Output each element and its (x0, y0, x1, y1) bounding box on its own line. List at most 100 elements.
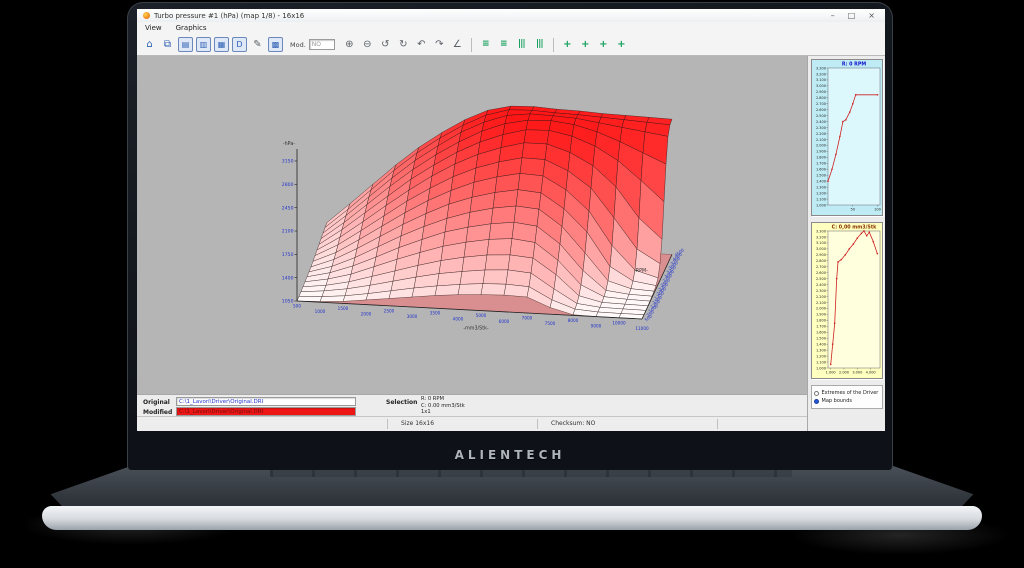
copy-icon[interactable]: ⧉ (160, 37, 175, 52)
svg-text:6000: 6000 (499, 319, 510, 324)
svg-text:-hPa-: -hPa- (283, 141, 295, 147)
svg-text:1.900: 1.900 (815, 150, 825, 154)
svg-text:1000: 1000 (315, 309, 326, 314)
diagonal-chart-icon[interactable]: ∠ (450, 37, 465, 52)
modified-file-field[interactable]: C:\1_Lavori\Driver\Original.DRI (176, 407, 356, 416)
svg-text:2.900: 2.900 (815, 253, 825, 257)
rotate-cw-icon[interactable]: ↻ (396, 37, 411, 52)
menu-bar: View Graphics (137, 22, 885, 34)
window-title: Turbo pressure #1 (hPa) (map 1/8) - 16x1… (154, 11, 305, 20)
rotate-ccw-icon[interactable]: ↺ (378, 37, 393, 52)
svg-text:4000: 4000 (453, 316, 464, 321)
svg-text:3.100: 3.100 (815, 241, 825, 245)
svg-text:2.300: 2.300 (815, 289, 825, 293)
svg-text:3.000: 3.000 (815, 84, 825, 88)
svg-text:2.800: 2.800 (815, 96, 825, 100)
edit-pencil-icon[interactable]: ✎ (250, 37, 265, 52)
zoom-in-icon[interactable]: ⊕ (342, 37, 357, 52)
spin-cw-icon[interactable]: ↷ (432, 37, 447, 52)
svg-text:1750: 1750 (282, 252, 294, 258)
zoom-out-icon[interactable]: ⊖ (360, 37, 375, 52)
svg-text:2.700: 2.700 (815, 265, 825, 269)
fuel-slice-panel: C: 0,00 mm3/Stk 1.000 1.100 1.200 1.300 1.400… (810, 222, 883, 379)
svg-text:2.200: 2.200 (815, 132, 825, 136)
app-window: Turbo pressure #1 (hPa) (map 1/8) - 16x1… (137, 9, 885, 431)
svg-text:1.000: 1.000 (825, 371, 835, 375)
svg-text:3500: 3500 (430, 311, 441, 316)
svg-text:R: 0 RPM: R: 0 RPM (841, 62, 865, 68)
svg-text:2.100: 2.100 (815, 301, 825, 305)
home-icon[interactable]: ⌂ (142, 37, 157, 52)
table-view-icon[interactable]: ▩ (268, 37, 283, 52)
radio-on-icon[interactable] (813, 398, 819, 404)
radio-off-icon[interactable] (813, 390, 819, 396)
svg-text:1.500: 1.500 (815, 337, 825, 341)
interp-cols-icon[interactable]: ||| (514, 37, 529, 52)
view-2d-icon[interactable]: ▥ (196, 37, 211, 52)
increment-col-icon[interactable]: + (596, 37, 611, 52)
hex-view-icon[interactable]: ▤ (178, 37, 193, 52)
maximize-button[interactable]: □ (848, 11, 856, 20)
minimize-button[interactable]: – (831, 11, 835, 20)
title-bar[interactable]: Turbo pressure #1 (hPa) (map 1/8) - 16x1… (137, 9, 885, 22)
status-bar: Size 16x16 Checksum: NO (137, 416, 807, 431)
svg-text:1.300: 1.300 (815, 348, 825, 352)
right-sidebar: R: 0 RPM 1.000 1.100 1.200 1.300 1.400 1.500 1.… (807, 56, 885, 431)
original-label: Original (143, 399, 170, 406)
surface-3d-chart[interactable]: 1050 1400 1750 2100 2450 2800 3150 -hPa- 500 1000… (137, 56, 807, 394)
svg-text:1.300: 1.300 (815, 185, 825, 189)
svg-text:2500: 2500 (384, 308, 395, 313)
toolbar: ⌂ ⧉ ▤ ▥ ▦ D ✎ ▩ Mod. NO ⊕ ⊖ ↺ ↻ ↶ ↷ ∠ ≡ … (137, 34, 885, 56)
interp-cols-2-icon[interactable]: ||| (532, 37, 547, 52)
svg-text:1.000: 1.000 (815, 366, 825, 370)
svg-text:1.100: 1.100 (815, 197, 825, 201)
laptop-screen-bezel: Turbo pressure #1 (hPa) (map 1/8) - 16x1… (127, 2, 893, 470)
svg-text:9000: 9000 (591, 324, 602, 329)
rpm-slice-chart: R: 0 RPM 1.000 1.100 1.200 1.300 1.4001.500 1.… (815, 62, 880, 212)
mod-input[interactable]: NO (308, 39, 335, 50)
laptop-front-edge (42, 506, 982, 530)
svg-text:2100: 2100 (282, 229, 294, 235)
increment-row-icon[interactable]: + (578, 37, 593, 52)
original-file-field[interactable]: C:\1_Lavori\Driver\Original.DRI (176, 397, 356, 406)
svg-text:1500: 1500 (338, 306, 349, 311)
status-size: Size 16x16 (401, 420, 435, 427)
close-button[interactable]: × (868, 11, 875, 20)
radio-map-bounds-label: Map bounds (821, 398, 853, 404)
status-separator-2 (537, 419, 538, 429)
svg-text:2.400: 2.400 (815, 283, 825, 287)
svg-text:1.900: 1.900 (815, 313, 825, 317)
status-separator-3 (717, 419, 718, 429)
interp-rows-2-icon[interactable]: ≡ (496, 37, 511, 52)
svg-text:2.500: 2.500 (815, 277, 825, 281)
svg-text:1.400: 1.400 (815, 179, 825, 183)
increment-icon[interactable]: + (560, 37, 575, 52)
svg-text:7000: 7000 (522, 316, 533, 321)
file-fields-bar: Original C:\1_Lavori\Driver\Original.DRI… (137, 394, 807, 416)
svg-text:3.300: 3.300 (815, 66, 825, 70)
svg-text:2800: 2800 (282, 182, 294, 188)
svg-text:3.100: 3.100 (815, 78, 825, 82)
surface-3d-svg[interactable]: 1050 1400 1750 2100 2450 2800 3150 -hPa- 500 1000… (137, 56, 807, 394)
radio-extremes-label: Extremes of the Driver (821, 390, 879, 396)
radio-extremes-driver[interactable]: Extremes of the Driver (813, 390, 880, 396)
view-3d-icon[interactable]: ▦ (214, 37, 229, 52)
spin-ccw-icon[interactable]: ↶ (414, 37, 429, 52)
modified-label: Modified (143, 409, 173, 416)
svg-text:1.700: 1.700 (815, 162, 825, 166)
svg-text:2.700: 2.700 (815, 102, 825, 106)
interp-rows-icon[interactable]: ≡ (478, 37, 493, 52)
svg-text:10000: 10000 (612, 320, 626, 325)
svg-text:1.000: 1.000 (815, 203, 825, 207)
svg-text:1.800: 1.800 (815, 319, 825, 323)
rpm-slice-panel: R: 0 RPM 1.000 1.100 1.200 1.300 1.400 1.500 1.… (810, 59, 883, 216)
svg-text:2.300: 2.300 (815, 126, 825, 130)
increment-all-icon[interactable]: + (614, 37, 629, 52)
svg-text:2.900: 2.900 (815, 90, 825, 94)
menu-view[interactable]: View (145, 24, 162, 32)
driver-icon[interactable]: D (232, 37, 247, 52)
menu-graphics[interactable]: Graphics (176, 24, 207, 32)
toolbar-separator-2 (552, 37, 554, 52)
svg-text:2.800: 2.800 (815, 259, 825, 263)
radio-map-bounds[interactable]: Map bounds (813, 398, 880, 404)
